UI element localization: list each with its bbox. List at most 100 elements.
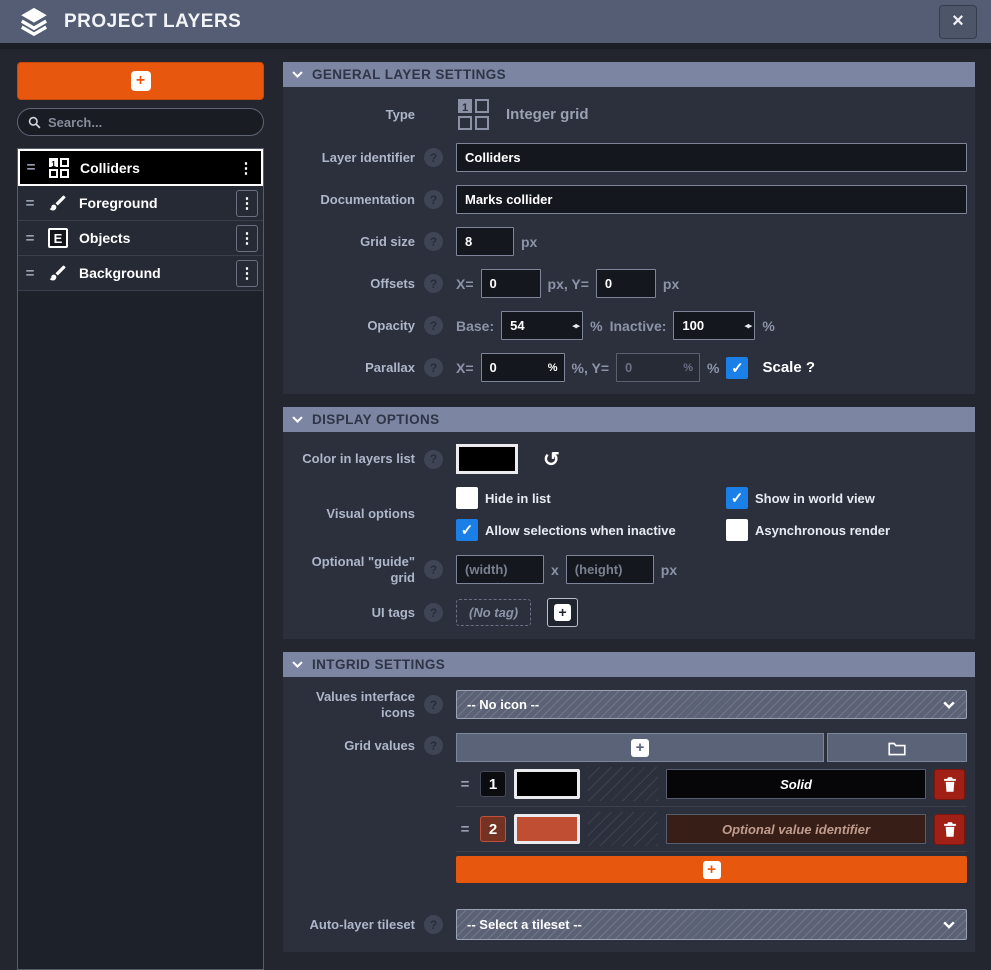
add-layer-button[interactable]: + — [17, 62, 264, 100]
chevron-down-icon — [291, 413, 304, 426]
opacity-inactive-input[interactable] — [673, 311, 755, 340]
chevron-down-icon — [942, 918, 956, 932]
grid-size-input[interactable] — [456, 227, 514, 256]
check-icon: ✓ — [731, 359, 744, 377]
offsets-unit: px — [663, 276, 679, 292]
plus-icon: + — [631, 739, 649, 757]
tiles-layer-icon — [45, 193, 71, 213]
value-color-swatch[interactable] — [514, 814, 580, 844]
auto-layer-tileset-select[interactable]: -- Select a tileset -- — [456, 909, 967, 940]
section-header-general[interactable]: GENERAL LAYER SETTINGS — [283, 62, 975, 87]
layer-row-foreground[interactable]: = Foreground ⋮ — [18, 186, 263, 221]
show-in-world-view-checkbox[interactable]: ✓ — [726, 487, 748, 509]
drag-handle-icon[interactable]: = — [458, 821, 472, 838]
offset-x-input[interactable] — [481, 269, 541, 298]
layers-icon — [14, 5, 54, 39]
layer-name: Background — [79, 265, 228, 281]
drag-handle-icon[interactable]: = — [458, 776, 472, 793]
entity-layer-icon: E — [45, 228, 71, 248]
reset-color-icon[interactable]: ↺ — [543, 447, 560, 472]
help-icon[interactable]: ? — [424, 232, 443, 251]
drag-handle-icon[interactable]: = — [23, 265, 37, 282]
no-tag-placeholder: (No tag) — [456, 599, 531, 626]
close-button[interactable]: × — [939, 5, 977, 39]
offset-y-input[interactable] — [596, 269, 656, 298]
help-icon[interactable]: ? — [424, 736, 443, 755]
layer-menu-button[interactable]: ⋮ — [236, 190, 258, 217]
delete-value-button[interactable] — [934, 769, 965, 800]
offsets-label: Offsets — [291, 276, 415, 292]
value-color-swatch[interactable] — [514, 769, 580, 799]
help-icon[interactable]: ? — [424, 358, 443, 377]
intgrid-layer-icon: 1 — [46, 158, 72, 178]
layer-row-objects[interactable]: = E Objects ⋮ — [18, 221, 263, 256]
section-title: INTGRID SETTINGS — [312, 657, 445, 672]
guide-width-input[interactable] — [456, 555, 544, 584]
asynchronous-render-checkbox[interactable]: ✓ — [726, 519, 748, 541]
help-icon[interactable]: ? — [424, 450, 443, 469]
add-tag-button[interactable]: + — [547, 598, 578, 627]
opacity-base-unit: % — [590, 318, 602, 334]
help-icon[interactable]: ? — [424, 274, 443, 293]
guide-grid-row: Optional "guide" grid ? x px — [291, 554, 967, 585]
stepper-arrows-icon[interactable]: ◂▸ — [744, 320, 751, 331]
guide-height-input[interactable] — [566, 555, 654, 584]
section-general: GENERAL LAYER SETTINGS Type 1 Integer gr… — [283, 62, 975, 394]
section-header-display[interactable]: DISPLAY OPTIONS — [283, 407, 975, 432]
values-icons-select[interactable]: -- No icon -- — [456, 690, 967, 719]
hide-in-list-checkbox[interactable]: ✓ — [456, 487, 478, 509]
identifier-row: Layer identifier ? — [291, 143, 967, 172]
layer-row-colliders[interactable]: = 1 Colliders ⋮ — [18, 149, 263, 186]
trash-icon — [942, 776, 958, 793]
layer-color-swatch[interactable] — [456, 444, 518, 474]
guide-grid-label: Optional "guide" grid — [291, 554, 415, 585]
search-input[interactable] — [48, 115, 253, 130]
check-icon: ✓ — [731, 489, 744, 507]
delete-value-button[interactable] — [934, 814, 965, 845]
drag-handle-icon[interactable]: = — [23, 230, 37, 247]
add-value-button[interactable]: + — [456, 733, 824, 762]
section-header-intgrid[interactable]: INTGRID SETTINGS — [283, 652, 975, 677]
add-value-bar[interactable]: + — [456, 856, 967, 883]
help-icon[interactable]: ? — [424, 603, 443, 622]
grid-values-table: + = 1 — [456, 733, 967, 883]
chevron-down-icon — [291, 68, 304, 81]
scale-checkbox[interactable]: ✓ — [726, 357, 748, 379]
layer-menu-button[interactable]: ⋮ — [235, 154, 257, 181]
visual-options-row: Visual options ✓ Hide in list ✓ Show — [291, 487, 967, 541]
trash-icon — [942, 821, 958, 838]
layer-name: Colliders — [80, 160, 227, 176]
opacity-base-input[interactable] — [501, 311, 583, 340]
visual-options-label: Visual options — [291, 506, 415, 522]
layer-settings-panel: GENERAL LAYER SETTINGS Type 1 Integer gr… — [283, 62, 975, 970]
section-display: DISPLAY OPTIONS Color in layers list ? ↺… — [283, 407, 975, 639]
layer-name: Foreground — [79, 195, 228, 211]
opacity-label: Opacity — [291, 318, 415, 334]
drag-handle-icon[interactable]: = — [23, 195, 37, 212]
values-icons-label: Values interface icons — [291, 689, 415, 720]
documentation-input[interactable] — [456, 185, 967, 214]
project-layers-window: PROJECT LAYERS × + = 1 — [0, 0, 991, 970]
drag-handle-icon[interactable]: = — [24, 159, 38, 176]
help-icon[interactable]: ? — [424, 148, 443, 167]
percent-icon[interactable]: % — [548, 362, 558, 374]
allow-selections-checkbox[interactable]: ✓ — [456, 519, 478, 541]
help-icon[interactable]: ? — [424, 915, 443, 934]
layer-row-background[interactable]: = Background ⋮ — [18, 256, 263, 291]
help-icon[interactable]: ? — [424, 190, 443, 209]
help-icon[interactable]: ? — [424, 560, 443, 579]
page-title: PROJECT LAYERS — [64, 11, 241, 33]
stepper-arrows-icon[interactable]: ◂▸ — [572, 320, 579, 331]
group-values-button[interactable] — [827, 733, 967, 762]
section-body-display: Color in layers list ? ↺ Visual options — [283, 432, 975, 639]
help-icon[interactable]: ? — [424, 316, 443, 335]
layer-identifier-input[interactable] — [456, 143, 967, 172]
grid-size-label: Grid size — [291, 234, 415, 250]
layer-menu-button[interactable]: ⋮ — [236, 260, 258, 287]
value-number-badge: 1 — [480, 771, 506, 797]
value-identifier-input[interactable] — [666, 769, 926, 799]
section-intgrid: INTGRID SETTINGS Values interface icons … — [283, 652, 975, 952]
value-identifier-input[interactable] — [666, 814, 926, 844]
help-icon[interactable]: ? — [424, 695, 443, 714]
layer-menu-button[interactable]: ⋮ — [236, 225, 258, 252]
